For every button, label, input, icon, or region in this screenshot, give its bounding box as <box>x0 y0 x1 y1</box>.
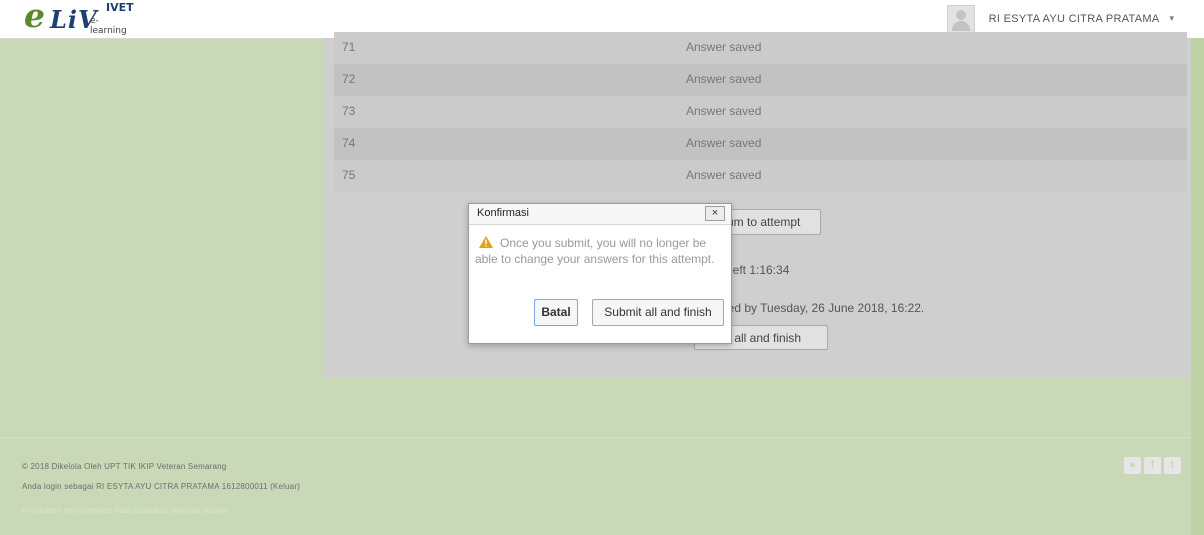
table-row: 72 Answer saved <box>334 64 1187 96</box>
table-row: 73 Answer saved <box>334 96 1187 128</box>
quiz-summary-panel: 71 Answer saved 72 Answer saved 73 Answe… <box>324 32 1191 378</box>
user-name[interactable]: RI ESYTA AYU CITRA PRATAMA <box>989 13 1160 25</box>
twitter-icon[interactable]: t <box>1164 457 1181 474</box>
question-number: 74 <box>342 136 356 150</box>
question-number: 73 <box>342 104 356 118</box>
question-number: 72 <box>342 72 356 86</box>
user-menu[interactable]: RI ESYTA AYU CITRA PRATAMA ▾ <box>946 5 1174 33</box>
logo-e: e <box>24 0 45 35</box>
footer-login-info[interactable]: Anda login sebagai RI ESYTA AYU CITRA PR… <box>22 482 300 491</box>
table-row: 71 Answer saved <box>334 32 1187 64</box>
logo-elearning: e-learning <box>90 16 127 36</box>
footer-copyright: © 2018 Dikelola Oleh UPT TIK IKIP Vetera… <box>22 462 227 471</box>
submission-deadline-text: tted by Tuesday, 26 June 2018, 16:22. <box>721 301 925 315</box>
table-row: 75 Answer saved <box>334 160 1187 192</box>
question-status: Answer saved <box>686 72 762 86</box>
footer-links[interactable]: Ringkasan pengambilan data Dapatkan apli… <box>22 506 227 515</box>
return-to-attempt-button[interactable]: um to attempt <box>718 209 821 235</box>
table-row: 74 Answer saved <box>334 128 1187 160</box>
cancel-button[interactable]: Batal <box>534 299 578 326</box>
avatar[interactable] <box>946 5 975 33</box>
confirmation-dialog: Konfirmasi × Once you submit, you will n… <box>468 203 732 344</box>
page-edge <box>1191 38 1204 535</box>
question-number: 71 <box>342 40 356 54</box>
question-status: Answer saved <box>686 136 762 150</box>
question-status: Answer saved <box>686 104 762 118</box>
dialog-header: Konfirmasi × <box>469 204 731 225</box>
submit-all-button[interactable]: Submit all and finish <box>592 299 724 326</box>
question-status: Answer saved <box>686 168 762 182</box>
question-number: 75 <box>342 168 356 182</box>
globe-icon[interactable]: ● <box>1124 457 1141 474</box>
facebook-icon[interactable]: f <box>1144 457 1161 474</box>
logo-ivet: IVET <box>106 1 134 14</box>
dialog-message: Once you submit, you will no longer be a… <box>475 236 715 266</box>
chevron-down-icon[interactable]: ▾ <box>1169 14 1174 24</box>
footer-divider <box>0 437 1190 438</box>
question-status: Answer saved <box>686 40 762 54</box>
dialog-title: Konfirmasi <box>477 207 529 219</box>
close-button[interactable]: × <box>705 206 725 221</box>
